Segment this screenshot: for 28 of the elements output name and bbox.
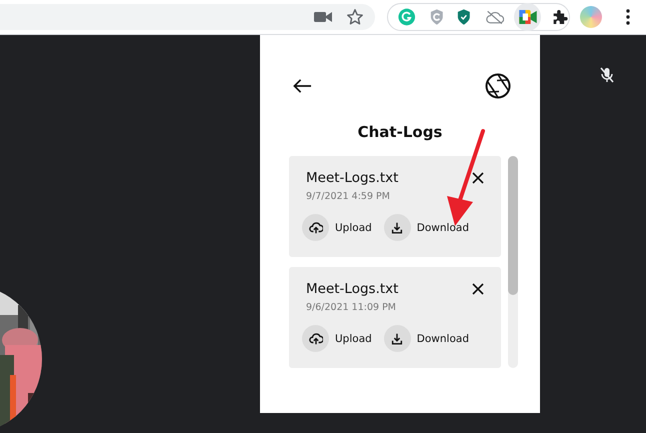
cloud-off-icon[interactable] bbox=[484, 10, 504, 24]
close-icon[interactable] bbox=[472, 283, 484, 295]
upload-link[interactable]: Upload bbox=[335, 332, 372, 344]
menu-icon[interactable] bbox=[626, 9, 630, 25]
puzzle-icon[interactable] bbox=[551, 8, 569, 26]
cloud-upload-icon[interactable] bbox=[302, 325, 329, 352]
timestamp: 9/6/2021 11:09 PM bbox=[305, 302, 398, 313]
scrollbar-thumb[interactable] bbox=[508, 156, 518, 295]
star-icon[interactable] bbox=[346, 8, 364, 26]
shield-check-icon[interactable] bbox=[457, 8, 471, 26]
mic-off-icon[interactable] bbox=[600, 67, 614, 83]
popup-title: Chat-Logs bbox=[356, 123, 444, 141]
timestamp: 9/7/2021 4:59 PM bbox=[305, 191, 391, 202]
file-name: Meet-Logs.txt bbox=[306, 170, 398, 186]
address-bar[interactable] bbox=[0, 4, 375, 30]
file-name: Meet-Logs.txt bbox=[306, 281, 398, 297]
camera-icon[interactable] bbox=[314, 11, 332, 23]
video-call-icon[interactable] bbox=[514, 3, 542, 31]
download-icon[interactable] bbox=[384, 325, 411, 352]
back-arrow-icon[interactable] bbox=[293, 78, 312, 94]
download-icon[interactable] bbox=[384, 214, 411, 241]
upload-link[interactable]: Upload bbox=[335, 222, 372, 234]
download-link[interactable]: Download bbox=[416, 332, 469, 344]
download-link[interactable]: Download bbox=[416, 222, 469, 234]
aperture-icon[interactable] bbox=[485, 73, 511, 99]
cloud-upload-icon[interactable] bbox=[302, 214, 329, 241]
close-icon[interactable] bbox=[472, 172, 484, 184]
scrollbar[interactable] bbox=[508, 156, 518, 368]
